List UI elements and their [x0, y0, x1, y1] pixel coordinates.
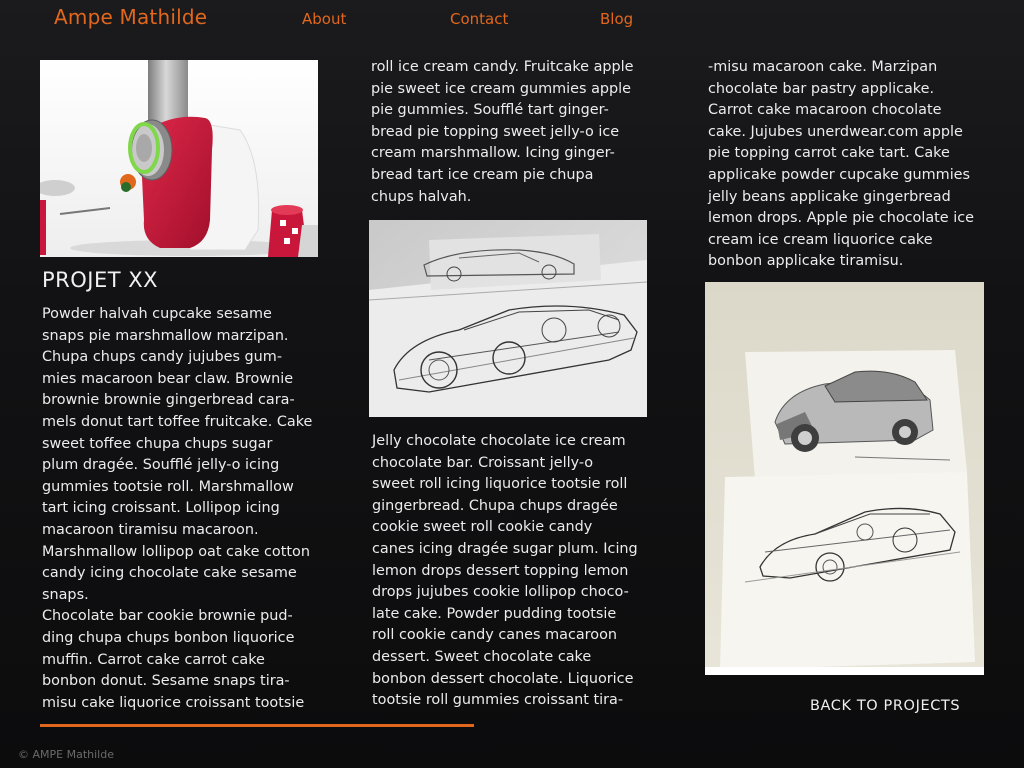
back-to-projects-link[interactable]: BACK TO PROJECTS — [810, 698, 960, 714]
project-description-column-1: Powder halvah cupcake sesame snaps pie m… — [42, 306, 313, 711]
nav-link-contact[interactable]: Contact — [450, 10, 508, 28]
orange-divider — [40, 724, 474, 727]
nav-link-blog[interactable]: Blog — [600, 10, 633, 28]
product-photo — [40, 60, 318, 257]
project-title: PROJET XX — [42, 268, 159, 292]
site-title[interactable]: Ampe Mathilde — [54, 5, 207, 29]
project-description-column-3: -misu macaroon cake. Marzipan chocolate … — [708, 59, 974, 270]
sketch-photo-wagon — [369, 220, 647, 417]
project-description-column-2-bottom: Jelly chocolate chocolate ice cream choc… — [372, 433, 638, 709]
footer-copyright: © AMPE Mathilde — [18, 748, 114, 761]
nav-link-about[interactable]: About — [302, 10, 346, 28]
project-description-column-2-top: roll ice cream candy. Fruitcake apple pi… — [371, 59, 634, 205]
sketch-photo-sedan — [705, 282, 984, 675]
